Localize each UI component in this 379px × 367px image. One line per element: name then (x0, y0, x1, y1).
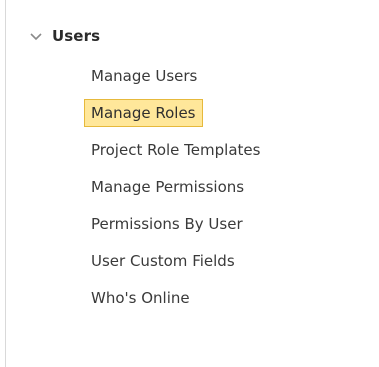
nav-item-manage-roles[interactable]: Manage Roles (84, 99, 203, 127)
nav-item-manage-users[interactable]: Manage Users (84, 62, 204, 90)
chevron-down-icon[interactable] (28, 28, 44, 44)
nav-item-manage-permissions[interactable]: Manage Permissions (84, 173, 251, 201)
section-header-users[interactable]: Users (28, 24, 100, 48)
nav-item-user-custom-fields[interactable]: User Custom Fields (84, 247, 242, 275)
sidebar-divider (5, 0, 6, 367)
nav-item-whos-online[interactable]: Who's Online (84, 284, 197, 312)
section-title: Users (52, 27, 101, 45)
nav-item-project-role-templates[interactable]: Project Role Templates (84, 136, 267, 164)
users-nav-list: Manage Users Manage Roles Project Role T… (84, 62, 267, 321)
nav-item-permissions-by-user[interactable]: Permissions By User (84, 210, 250, 238)
